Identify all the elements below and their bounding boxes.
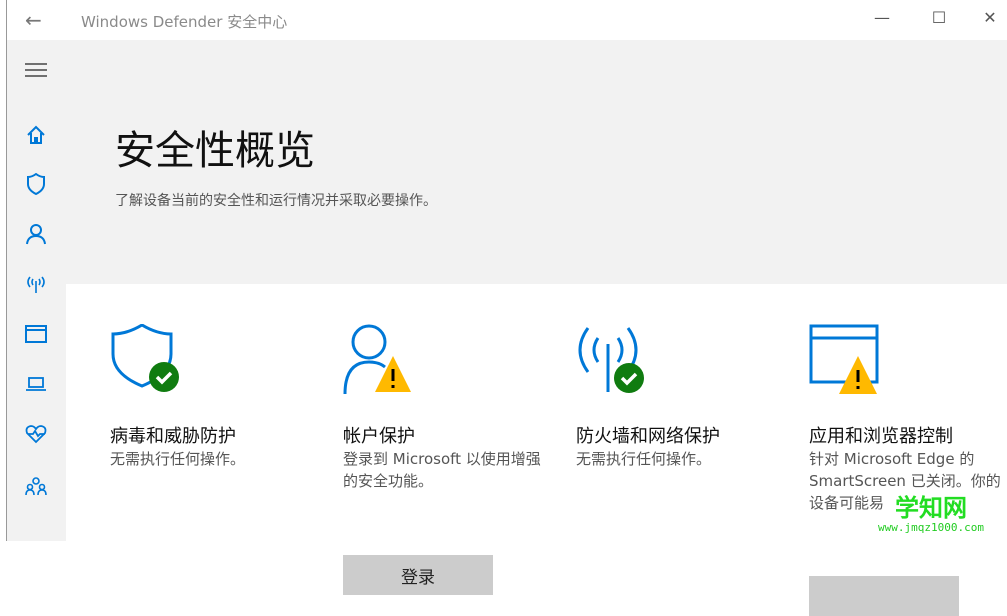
firewall-ok-icon — [578, 327, 644, 393]
page-title: 安全性概览 — [115, 128, 315, 174]
browser-icon[interactable] — [23, 321, 49, 347]
watermark-name: 学知网 — [894, 494, 967, 522]
card-description: 无需执行任何操作。 — [110, 450, 246, 468]
close-button[interactable]: ✕ — [967, 8, 1007, 27]
account-warning-icon — [343, 324, 411, 394]
account-icon[interactable] — [23, 221, 49, 247]
card-description: 无需执行任何操作。 — [576, 450, 712, 468]
background-window-edge — [0, 0, 7, 541]
sidebar — [7, 40, 66, 541]
health-icon[interactable] — [23, 421, 49, 447]
watermark-url: www.jmqz1000.com — [878, 521, 984, 534]
defender-window: ← Windows Defender 安全中心 — ☐ ✕ 安全性概览 了解设备… — [7, 0, 1007, 616]
card-account-protection[interactable]: 帐户保护 登录到 Microsoft 以使用增强的安全功能。 登录 — [343, 324, 548, 595]
card-app-browser-control[interactable]: 应用和浏览器控制 针对 Microsoft Edge 的 SmartScreen… — [809, 324, 1007, 616]
card-description: 登录到 Microsoft 以使用增强的安全功能。 — [343, 450, 541, 490]
sign-in-button[interactable]: 登录 — [343, 555, 493, 595]
card-title: 防火墙和网络保护 — [576, 426, 720, 447]
card-firewall-protection[interactable]: 防火墙和网络保护 无需执行任何操作。 — [576, 324, 781, 468]
card-title: 应用和浏览器控制 — [809, 426, 953, 447]
shield-ok-icon — [111, 324, 179, 392]
maximize-button[interactable]: ☐ — [916, 8, 962, 27]
browser-warning-icon — [809, 324, 879, 394]
family-icon[interactable] — [23, 473, 49, 499]
page-subtitle: 了解设备当前的安全性和运行情况并采取必要操作。 — [115, 193, 437, 209]
status-cards-panel: 病毒和威胁防护 无需执行任何操作。 帐户保护 登录到 Microsoft 以使用… — [66, 284, 1007, 616]
minimize-button[interactable]: — — [859, 8, 905, 27]
card-title: 病毒和威胁防护 — [110, 426, 236, 447]
card-title: 帐户保护 — [343, 426, 415, 447]
window-title: Windows Defender 安全中心 — [81, 13, 288, 31]
card-virus-protection[interactable]: 病毒和威胁防护 无需执行任何操作。 — [110, 324, 315, 468]
home-icon[interactable] — [23, 122, 49, 148]
watermark: 学知网 www.jmqz1000.com — [878, 495, 984, 534]
network-icon[interactable] — [23, 271, 49, 297]
shield-icon[interactable] — [23, 171, 49, 197]
title-bar: ← Windows Defender 安全中心 — ☐ ✕ — [7, 0, 1007, 40]
hamburger-menu-icon[interactable] — [23, 57, 49, 83]
card-action-button[interactable] — [809, 576, 959, 616]
back-button[interactable]: ← — [25, 8, 42, 32]
laptop-icon[interactable] — [23, 371, 49, 397]
